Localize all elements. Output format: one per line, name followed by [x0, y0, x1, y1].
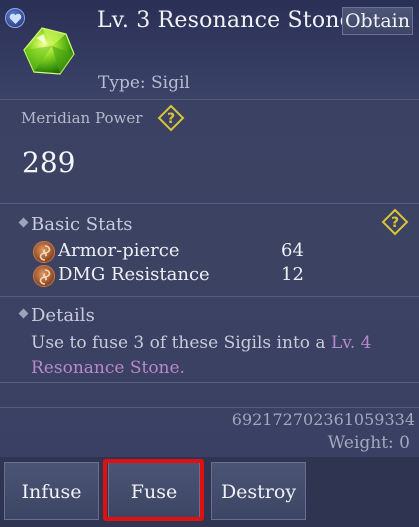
green-gem-icon: [22, 24, 76, 78]
swirl-stat-icon: [33, 241, 55, 263]
stat-name: Armor-pierce: [58, 240, 180, 261]
divider: [0, 407, 419, 408]
item-id: 692172702361059334: [231, 410, 415, 429]
stat-name: DMG Resistance: [58, 264, 210, 285]
section-bullet-icon: [18, 308, 29, 319]
question-diamond-icon[interactable]: ?: [157, 104, 185, 132]
section-bullet-icon: [18, 217, 29, 228]
details-description: Use to fuse 3 of these Sigils into a Lv.…: [31, 331, 411, 381]
obtain-button[interactable]: Obtain: [342, 7, 413, 35]
basic-stats-title: Basic Stats: [31, 214, 133, 235]
item-title: Lv. 3 Resonance Stone: [97, 8, 353, 33]
question-diamond-icon[interactable]: ?: [381, 208, 409, 236]
details-text: Use to fuse 3 of these Sigils into a: [31, 333, 331, 353]
destroy-button[interactable]: Destroy: [211, 462, 306, 520]
details-title: Details: [31, 305, 95, 326]
item-type: Type: Sigil: [98, 73, 190, 93]
item-detail-panel: Lv. 3 Resonance Stone Obtain Type: Sigil…: [0, 0, 419, 527]
stat-value: 64: [281, 240, 304, 261]
swirl-stat-icon: [33, 265, 55, 287]
meridian-power-label: Meridian Power: [21, 109, 143, 127]
divider: [0, 382, 419, 383]
stat-row: Armor-pierce 64: [33, 240, 323, 264]
svg-text:?: ?: [167, 111, 175, 127]
fuse-button[interactable]: Fuse: [108, 462, 200, 520]
item-weight: Weight: 0: [327, 433, 410, 453]
divider: [0, 296, 419, 297]
item-header: Lv. 3 Resonance Stone Obtain Type: Sigil: [0, 0, 419, 100]
svg-text:?: ?: [391, 215, 399, 231]
stat-value: 12: [281, 264, 304, 285]
infuse-button[interactable]: Infuse: [4, 462, 99, 520]
divider: [0, 203, 419, 204]
stat-row: DMG Resistance 12: [33, 264, 323, 288]
meridian-power-value: 289: [22, 146, 76, 179]
